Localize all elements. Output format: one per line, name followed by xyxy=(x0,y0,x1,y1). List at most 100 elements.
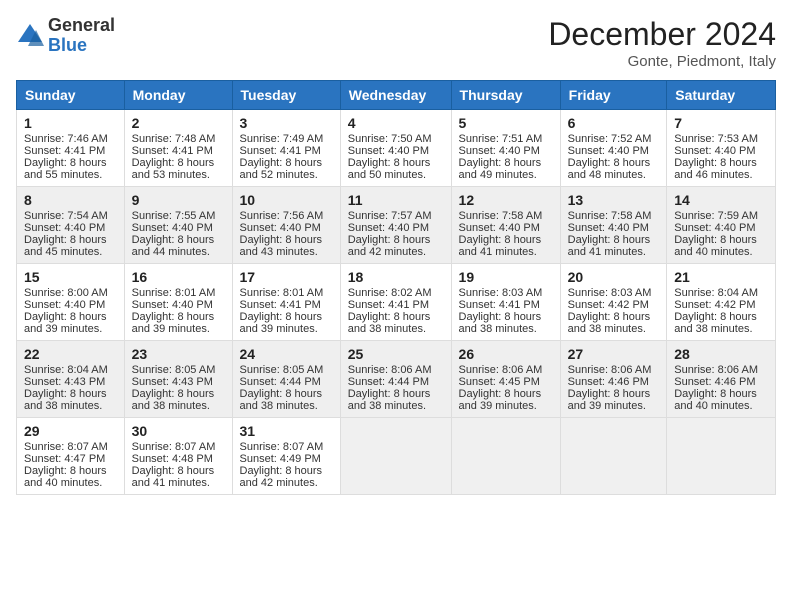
sunset-label: Sunset: 4:43 PM xyxy=(24,376,105,388)
day-number: 13 xyxy=(568,192,660,208)
sunrise-label: Sunrise: 8:06 AM xyxy=(674,364,758,376)
sunset-label: Sunset: 4:44 PM xyxy=(348,376,429,388)
sunrise-label: Sunrise: 8:04 AM xyxy=(674,287,758,299)
sunrise-label: Sunrise: 7:58 AM xyxy=(568,210,652,222)
sunset-label: Sunset: 4:42 PM xyxy=(568,299,649,311)
calendar-cell: 28 Sunrise: 8:06 AM Sunset: 4:46 PM Dayl… xyxy=(667,341,776,418)
daylight-label: Daylight: 8 hours and 52 minutes. xyxy=(240,157,323,181)
daylight-label: Daylight: 8 hours and 55 minutes. xyxy=(24,157,107,181)
day-number: 25 xyxy=(348,346,444,362)
header-wednesday: Wednesday xyxy=(340,81,451,110)
sunrise-label: Sunrise: 8:04 AM xyxy=(24,364,108,376)
day-number: 22 xyxy=(24,346,117,362)
day-number: 6 xyxy=(568,115,660,131)
sunset-label: Sunset: 4:40 PM xyxy=(240,222,321,234)
daylight-label: Daylight: 8 hours and 41 minutes. xyxy=(568,234,651,258)
logo-general-text: General xyxy=(48,16,115,36)
sunrise-label: Sunrise: 8:02 AM xyxy=(348,287,432,299)
calendar-cell: 8 Sunrise: 7:54 AM Sunset: 4:40 PM Dayli… xyxy=(17,187,125,264)
day-number: 12 xyxy=(459,192,553,208)
header-monday: Monday xyxy=(124,81,232,110)
sunset-label: Sunset: 4:41 PM xyxy=(24,145,105,157)
day-number: 5 xyxy=(459,115,553,131)
calendar-cell: 27 Sunrise: 8:06 AM Sunset: 4:46 PM Dayl… xyxy=(560,341,667,418)
sunrise-label: Sunrise: 8:03 AM xyxy=(459,287,543,299)
calendar-cell: 9 Sunrise: 7:55 AM Sunset: 4:40 PM Dayli… xyxy=(124,187,232,264)
header-sunday: Sunday xyxy=(17,81,125,110)
daylight-label: Daylight: 8 hours and 40 minutes. xyxy=(24,465,107,489)
daylight-label: Daylight: 8 hours and 38 minutes. xyxy=(132,388,215,412)
sunset-label: Sunset: 4:40 PM xyxy=(348,145,429,157)
page-header: General Blue December 2024 Gonte, Piedmo… xyxy=(16,16,776,70)
sunset-label: Sunset: 4:46 PM xyxy=(568,376,649,388)
calendar-week-row: 29 Sunrise: 8:07 AM Sunset: 4:47 PM Dayl… xyxy=(17,418,776,495)
calendar-cell: 24 Sunrise: 8:05 AM Sunset: 4:44 PM Dayl… xyxy=(232,341,340,418)
daylight-label: Daylight: 8 hours and 44 minutes. xyxy=(132,234,215,258)
calendar-cell: 1 Sunrise: 7:46 AM Sunset: 4:41 PM Dayli… xyxy=(17,110,125,187)
sunrise-label: Sunrise: 7:46 AM xyxy=(24,133,108,145)
day-number: 8 xyxy=(24,192,117,208)
calendar-cell: 22 Sunrise: 8:04 AM Sunset: 4:43 PM Dayl… xyxy=(17,341,125,418)
month-title: December 2024 xyxy=(548,16,776,53)
sunset-label: Sunset: 4:48 PM xyxy=(132,453,213,465)
location-subtitle: Gonte, Piedmont, Italy xyxy=(548,53,776,70)
calendar-cell: 10 Sunrise: 7:56 AM Sunset: 4:40 PM Dayl… xyxy=(232,187,340,264)
calendar-cell: 31 Sunrise: 8:07 AM Sunset: 4:49 PM Dayl… xyxy=(232,418,340,495)
sunset-label: Sunset: 4:46 PM xyxy=(674,376,755,388)
daylight-label: Daylight: 8 hours and 39 minutes. xyxy=(459,388,542,412)
title-section: December 2024 Gonte, Piedmont, Italy xyxy=(548,16,776,70)
day-number: 10 xyxy=(240,192,333,208)
sunrise-label: Sunrise: 8:01 AM xyxy=(132,287,216,299)
sunset-label: Sunset: 4:40 PM xyxy=(568,222,649,234)
day-number: 14 xyxy=(674,192,768,208)
header-saturday: Saturday xyxy=(667,81,776,110)
sunrise-label: Sunrise: 8:05 AM xyxy=(132,364,216,376)
calendar-week-row: 8 Sunrise: 7:54 AM Sunset: 4:40 PM Dayli… xyxy=(17,187,776,264)
daylight-label: Daylight: 8 hours and 40 minutes. xyxy=(674,234,757,258)
sunrise-label: Sunrise: 7:48 AM xyxy=(132,133,216,145)
daylight-label: Daylight: 8 hours and 38 minutes. xyxy=(348,311,431,335)
daylight-label: Daylight: 8 hours and 38 minutes. xyxy=(459,311,542,335)
calendar-cell xyxy=(340,418,451,495)
daylight-label: Daylight: 8 hours and 39 minutes. xyxy=(240,311,323,335)
logo: General Blue xyxy=(16,16,115,56)
daylight-label: Daylight: 8 hours and 50 minutes. xyxy=(348,157,431,181)
calendar-cell: 15 Sunrise: 8:00 AM Sunset: 4:40 PM Dayl… xyxy=(17,264,125,341)
sunrise-label: Sunrise: 7:54 AM xyxy=(24,210,108,222)
day-number: 21 xyxy=(674,269,768,285)
daylight-label: Daylight: 8 hours and 48 minutes. xyxy=(568,157,651,181)
sunset-label: Sunset: 4:40 PM xyxy=(132,299,213,311)
sunset-label: Sunset: 4:41 PM xyxy=(240,299,321,311)
day-number: 31 xyxy=(240,423,333,439)
calendar-cell: 29 Sunrise: 8:07 AM Sunset: 4:47 PM Dayl… xyxy=(17,418,125,495)
day-number: 17 xyxy=(240,269,333,285)
daylight-label: Daylight: 8 hours and 39 minutes. xyxy=(568,388,651,412)
sunrise-label: Sunrise: 7:50 AM xyxy=(348,133,432,145)
sunrise-label: Sunrise: 7:56 AM xyxy=(240,210,324,222)
sunrise-label: Sunrise: 7:59 AM xyxy=(674,210,758,222)
sunset-label: Sunset: 4:40 PM xyxy=(132,222,213,234)
calendar-cell: 18 Sunrise: 8:02 AM Sunset: 4:41 PM Dayl… xyxy=(340,264,451,341)
calendar-cell: 14 Sunrise: 7:59 AM Sunset: 4:40 PM Dayl… xyxy=(667,187,776,264)
sunrise-label: Sunrise: 8:06 AM xyxy=(459,364,543,376)
day-number: 4 xyxy=(348,115,444,131)
daylight-label: Daylight: 8 hours and 39 minutes. xyxy=(132,311,215,335)
calendar-cell: 16 Sunrise: 8:01 AM Sunset: 4:40 PM Dayl… xyxy=(124,264,232,341)
daylight-label: Daylight: 8 hours and 38 minutes. xyxy=(674,311,757,335)
sunset-label: Sunset: 4:40 PM xyxy=(24,222,105,234)
day-number: 16 xyxy=(132,269,225,285)
sunrise-label: Sunrise: 7:52 AM xyxy=(568,133,652,145)
logo-icon xyxy=(16,22,44,50)
sunset-label: Sunset: 4:41 PM xyxy=(132,145,213,157)
sunset-label: Sunset: 4:40 PM xyxy=(348,222,429,234)
sunrise-label: Sunrise: 8:06 AM xyxy=(568,364,652,376)
sunset-label: Sunset: 4:42 PM xyxy=(674,299,755,311)
sunset-label: Sunset: 4:41 PM xyxy=(348,299,429,311)
sunset-label: Sunset: 4:49 PM xyxy=(240,453,321,465)
daylight-label: Daylight: 8 hours and 42 minutes. xyxy=(348,234,431,258)
daylight-label: Daylight: 8 hours and 39 minutes. xyxy=(24,311,107,335)
daylight-label: Daylight: 8 hours and 46 minutes. xyxy=(674,157,757,181)
logo-blue-text: Blue xyxy=(48,36,115,56)
daylight-label: Daylight: 8 hours and 40 minutes. xyxy=(674,388,757,412)
day-number: 26 xyxy=(459,346,553,362)
